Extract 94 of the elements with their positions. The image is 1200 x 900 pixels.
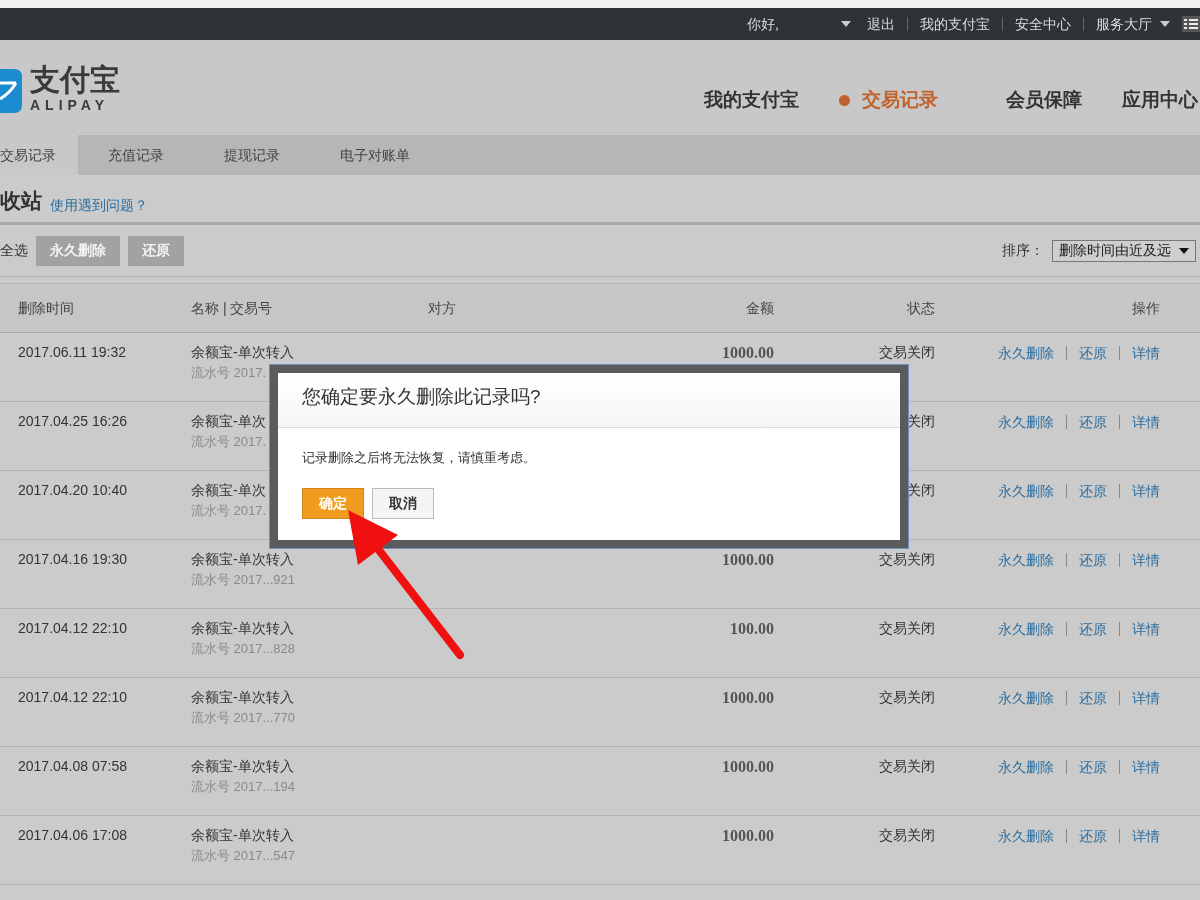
amount-text: 1000.00 (721, 757, 774, 777)
column-header: 删除时间 (17, 298, 75, 318)
action-link[interactable]: 还原 (1066, 415, 1119, 429)
amount-text: 1000.00 (721, 550, 774, 570)
date-cell-text: 2017.04.16 19:30 (17, 550, 128, 569)
serial-text: 流水号 2017...770 (191, 710, 296, 728)
action-link[interactable]: 永久删除 (986, 691, 1066, 705)
action-link[interactable]: 还原 (1066, 829, 1119, 843)
serial-text: 流水号 2017. (191, 503, 267, 521)
nav-tab[interactable]: 应用中心 (1122, 85, 1198, 115)
column-header: 状态 (906, 298, 935, 318)
status-text: 关闭 (906, 412, 935, 431)
column-header: 操作 (1131, 298, 1161, 318)
top-link[interactable]: 安全中心 (1003, 13, 1083, 35)
name-text: 余额宝-单次 (191, 412, 266, 431)
name-text: 余额宝-单次转入 (191, 343, 294, 362)
name-text: 余额宝-单次转入 (191, 757, 294, 776)
page-title: 收站 (0, 187, 42, 214)
top-link[interactable]: 我的支付宝 (908, 13, 1002, 35)
column-header: 金额 (745, 298, 774, 318)
action-link[interactable]: 详情 (1119, 622, 1180, 636)
serial-text: 流水号 2017. (191, 365, 267, 383)
logo-text: 支付宝 (30, 65, 120, 95)
serial-text: 流水号 2017...921 (191, 572, 296, 590)
cancel-button[interactable]: 取消 (372, 487, 434, 519)
action-link[interactable]: 永久删除 (986, 622, 1066, 636)
status-text: 交易关闭 (878, 619, 935, 638)
action-link[interactable]: 还原 (1066, 346, 1119, 360)
action-link[interactable]: 永久删除 (986, 346, 1066, 360)
action-link[interactable]: 详情 (1119, 829, 1180, 843)
date-cell-text: 2017.06.11 19:32 (17, 343, 127, 362)
action-link[interactable]: 详情 (1119, 415, 1180, 429)
action-link[interactable]: 还原 (1066, 760, 1119, 774)
status-text: 交易关闭 (878, 550, 935, 569)
status-text: 关闭 (906, 481, 935, 500)
logo-icon (0, 68, 22, 113)
action-link[interactable]: 详情 (1119, 553, 1180, 567)
action-link[interactable]: 永久删除 (986, 484, 1066, 498)
action-link[interactable]: 永久删除 (986, 760, 1066, 774)
action-link[interactable]: 详情 (1119, 484, 1180, 498)
action-link[interactable]: 还原 (1066, 691, 1119, 705)
action-link[interactable]: 详情 (1119, 691, 1180, 705)
caret-icon[interactable] (841, 21, 851, 27)
nav-tab[interactable]: 我的支付宝 (704, 85, 799, 115)
action-link[interactable]: 还原 (1066, 622, 1119, 636)
action-link[interactable]: 详情 (1119, 346, 1180, 360)
date-cell-text: 2017.04.12 22:10 (17, 688, 128, 707)
date-cell-text: 2017.04.06 17:08 (17, 826, 128, 845)
date-cell-text: 2017.04.25 16:26 (17, 412, 128, 431)
action-link[interactable]: 永久删除 (986, 553, 1066, 567)
action-link[interactable]: 永久删除 (986, 829, 1066, 843)
action-link[interactable]: 详情 (1119, 760, 1180, 774)
date-cell-text: 2017.04.08 07:58 (17, 757, 128, 776)
sub-nav-tab[interactable]: 电子对账单 (310, 135, 440, 175)
name-text: 余额宝-单次 (191, 481, 266, 500)
action-link[interactable]: 还原 (1066, 553, 1119, 567)
status-text: 交易关闭 (878, 826, 935, 845)
status-text: 交易关闭 (878, 343, 935, 362)
serial-text: 流水号 2017...547 (191, 848, 296, 866)
serial-text: 流水号 2017. (191, 434, 267, 452)
name-text: 余额宝-单次转入 (191, 619, 294, 638)
sub-nav-tab[interactable]: 充值记录 (78, 135, 194, 175)
sort-dropdown[interactable]: 删除时间由近及远 (1052, 239, 1196, 262)
top-link[interactable]: 退出 (855, 13, 907, 35)
column-header: 名称 | 交易号 (191, 298, 274, 318)
status-text: 交易关闭 (878, 688, 935, 707)
select-all-label[interactable]: 全选 (0, 240, 28, 261)
name-text: 余额宝-单次转入 (191, 826, 294, 845)
name-text: 余额宝-单次转入 (191, 550, 294, 569)
sub-nav-tab[interactable]: 交易记录 (0, 135, 78, 175)
sub-nav-tab[interactable]: 提现记录 (194, 135, 310, 175)
date-cell-text: 2017.04.20 10:40 (17, 481, 128, 500)
action-link[interactable]: 永久删除 (986, 415, 1066, 429)
column-header: 对方 (428, 298, 457, 318)
date-cell-text: 2017.04.12 22:10 (17, 619, 128, 638)
status-text: 交易关闭 (878, 757, 935, 776)
nav-tab[interactable]: 交易记录 (839, 85, 938, 115)
help-link[interactable]: 使用遇到问题？ (50, 195, 148, 216)
sort-label: 排序： (1002, 241, 1044, 260)
amount-text: 1000.00 (721, 688, 774, 708)
menu-icon[interactable] (1182, 16, 1200, 32)
amount-text: 100.00 (729, 619, 774, 639)
nav-tab[interactable]: 会员保障 (1006, 85, 1082, 115)
serial-text: 流水号 2017...828 (191, 641, 296, 659)
serial-text: 流水号 2017...194 (191, 779, 296, 797)
greeting-text: 你好, (746, 14, 780, 34)
amount-text: 1000.00 (721, 826, 774, 846)
name-text: 余额宝-单次转入 (191, 688, 294, 707)
action-link[interactable]: 还原 (1066, 484, 1119, 498)
logo-subtext: ALIPAY (30, 96, 110, 115)
amount-text: 1000.00 (721, 343, 774, 363)
dialog-message: 记录删除之后将无法恢复，请慎重考虑。 (301, 449, 537, 467)
confirm-button[interactable]: 确定 (302, 487, 364, 519)
service-menu[interactable]: 服务大厅 (1084, 13, 1182, 35)
